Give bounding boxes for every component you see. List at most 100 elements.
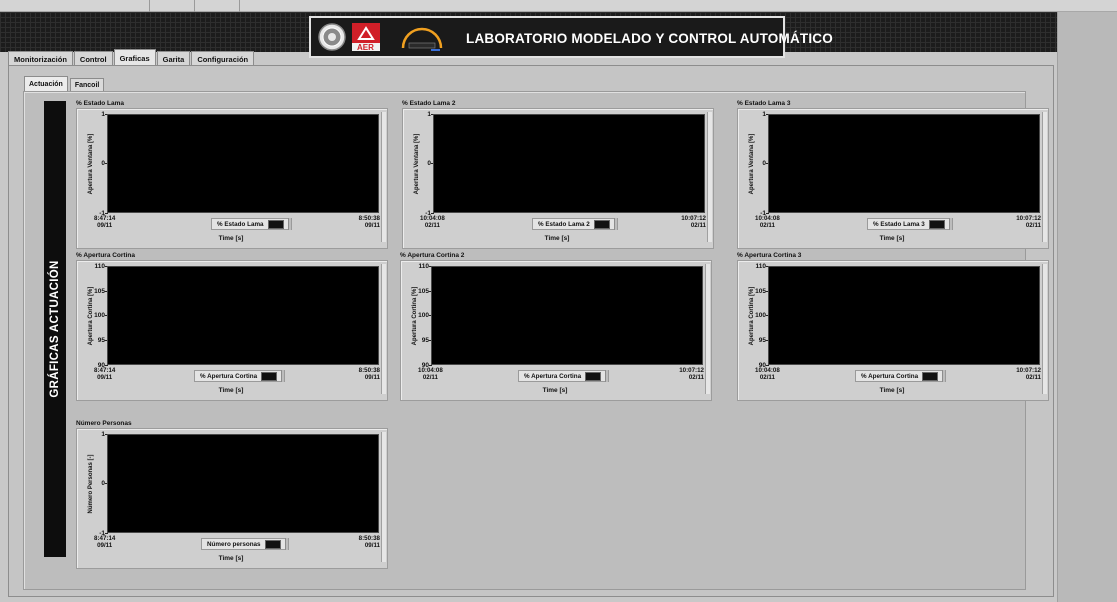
chart-scrollbar[interactable] (1042, 264, 1047, 394)
legend-handle[interactable] (942, 370, 946, 382)
legend-handle[interactable] (605, 370, 609, 382)
plot-area[interactable] (107, 114, 379, 213)
plot-legend[interactable]: Número personas (201, 538, 289, 550)
plot-legend[interactable]: % Estado Lama (211, 218, 292, 230)
legend-handle[interactable] (613, 218, 617, 230)
aer-logo-text: AER (357, 43, 374, 52)
x-axis-label: Time [s] (218, 387, 244, 394)
x-end-date: 02/11 (1025, 374, 1041, 381)
x-axis-start: 10:04:08 02/11 (755, 215, 780, 229)
x-end-date: 09/11 (364, 374, 380, 381)
y-tick-label: 105 (750, 288, 769, 295)
x-start-date: 02/11 (424, 222, 440, 229)
line-style-icon[interactable] (922, 371, 939, 381)
x-axis-start: 10:04:08 02/11 (418, 367, 443, 381)
plot-legend[interactable]: % Apertura Cortina (518, 370, 610, 382)
plot-legend[interactable]: % Apertura Cortina (194, 370, 286, 382)
chart-apertura-cortina: % Apertura Cortina Apertura Cortina [%] … (76, 252, 388, 402)
x-axis-end: 8:50:38 09/11 (359, 367, 380, 381)
legend-label: % Apertura Cortina (200, 372, 258, 380)
y-tick-label: 105 (89, 288, 108, 295)
header-banner: AER LABORATORIO MODELADO Y CONTROL AUTOM… (309, 16, 833, 58)
chart-title: % Estado Lama 2 (402, 100, 456, 107)
plot-area[interactable] (433, 114, 705, 213)
x-axis-end: 10:07:12 02/11 (681, 215, 706, 229)
y-tick-label: 95 (89, 337, 108, 344)
plot-legend[interactable]: % Estado Lama 3 (867, 218, 953, 230)
chart-scrollbar[interactable] (381, 112, 386, 242)
y-tick-label: 0 (95, 480, 108, 487)
tab-control[interactable]: Control (73, 51, 113, 66)
plot-area[interactable] (107, 266, 379, 365)
x-start-date: 09/11 (97, 222, 113, 229)
x-axis-label: Time [s] (218, 235, 244, 242)
legend-label: % Estado Lama 3 (873, 220, 925, 228)
chart-scrollbar[interactable] (707, 112, 712, 242)
x-start-time: 8:47:14 (94, 215, 116, 222)
x-axis-label: Time [s] (544, 235, 570, 242)
chart-scrollbar[interactable] (705, 264, 710, 394)
line-style-icon[interactable] (928, 219, 945, 229)
plot-area[interactable] (431, 266, 703, 365)
side-banner: GRÁFICAS ACTUACIÓN (44, 101, 66, 557)
y-tick-label: 105 (413, 288, 432, 295)
chart-scrollbar[interactable] (1042, 112, 1047, 242)
tab-actuacion[interactable]: Actuación (24, 76, 68, 92)
y-axis-label: Apertura Ventana [%] (88, 133, 94, 195)
y-tick-label: 0 (756, 160, 769, 167)
x-start-time: 10:04:08 (755, 367, 780, 374)
y-tick-label: 100 (89, 312, 108, 319)
line-style-icon[interactable] (593, 219, 610, 229)
x-end-date: 09/11 (364, 542, 380, 549)
x-axis-start: 8:47:14 09/11 (94, 367, 115, 381)
x-axis-label: Time [s] (879, 387, 905, 394)
x-axis-label: Time [s] (218, 555, 244, 562)
legend-label: % Estado Lama (217, 220, 264, 228)
top-bar-segment (150, 0, 195, 12)
line-style-icon[interactable] (585, 371, 602, 381)
legend-label: % Apertura Cortina (524, 372, 582, 380)
tab-graficas[interactable]: Graficas (113, 49, 156, 66)
plot-area[interactable] (768, 266, 1040, 365)
y-axis-label: Apertura Ventana [%] (414, 133, 420, 195)
line-style-icon[interactable] (264, 539, 281, 549)
legend-label: % Apertura Cortina (861, 372, 919, 380)
line-style-icon[interactable] (261, 371, 278, 381)
legend-handle[interactable] (948, 218, 952, 230)
tab-configuracion[interactable]: Configuración (191, 51, 255, 66)
x-end-date: 02/11 (1025, 222, 1041, 229)
gauge-logo-icon (401, 27, 443, 51)
tab-monitorizacion[interactable]: Monitorización (8, 51, 73, 66)
chart-scrollbar[interactable] (381, 432, 386, 562)
y-axis-label: Número Personas [-] (88, 454, 94, 514)
line-style-icon[interactable] (267, 219, 284, 229)
x-end-time: 10:07:12 (679, 367, 704, 374)
y-tick-label: 100 (750, 312, 769, 319)
x-axis-label: Time [s] (542, 387, 568, 394)
plot-area[interactable] (768, 114, 1040, 213)
plot-area[interactable] (107, 434, 379, 533)
x-end-time: 10:07:12 (1016, 367, 1041, 374)
tab-fancoil[interactable]: Fancoil (69, 78, 105, 92)
tab-garita[interactable]: Garita (156, 51, 191, 66)
y-tick-label: 1 (756, 111, 769, 118)
x-end-time: 8:50:38 (358, 215, 380, 222)
x-axis-end: 8:50:38 09/11 (359, 535, 380, 549)
plot-legend[interactable]: % Apertura Cortina (855, 370, 947, 382)
legend-handle[interactable] (287, 218, 291, 230)
lab-title: LABORATORIO MODELADO Y CONTROL AUTOMÁTIC… (466, 31, 833, 46)
y-tick-label: 110 (413, 263, 432, 270)
y-tick-label: 95 (750, 337, 769, 344)
plot-legend[interactable]: % Estado Lama 2 (532, 218, 618, 230)
legend-handle[interactable] (281, 370, 285, 382)
chart-estado-lama-2: % Estado Lama 2 Apertura Ventana [%] 1 0… (402, 100, 714, 250)
chart-title: % Apertura Cortina 2 (400, 252, 465, 259)
y-tick-label: 110 (750, 263, 769, 270)
chart-title: % Apertura Cortina 3 (737, 252, 802, 259)
legend-label: Número personas (207, 540, 261, 548)
legend-handle[interactable] (284, 538, 288, 550)
chart-title: % Apertura Cortina (76, 252, 135, 259)
chart-scrollbar[interactable] (381, 264, 386, 394)
y-tick-label: 100 (413, 312, 432, 319)
legend-label: % Estado Lama 2 (538, 220, 590, 228)
